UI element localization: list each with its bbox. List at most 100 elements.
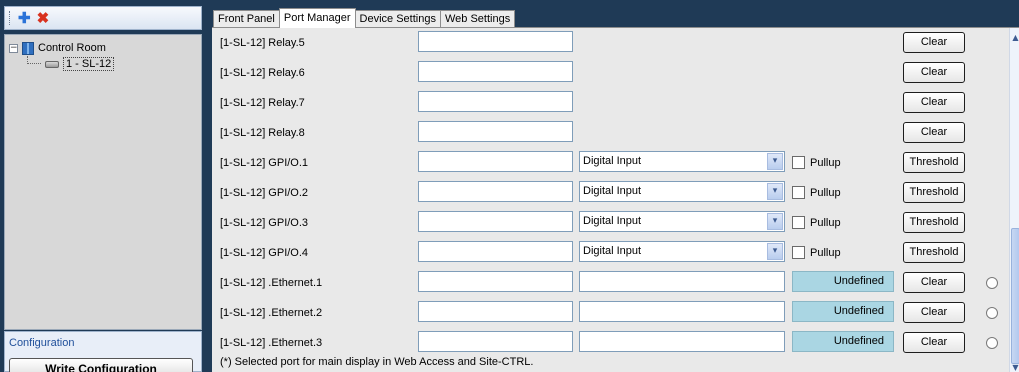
main-display-radio[interactable] bbox=[986, 277, 998, 289]
write-configuration-button[interactable]: Write Configuration bbox=[9, 358, 193, 372]
pullup-checkbox[interactable] bbox=[792, 156, 805, 169]
tab-device-settings[interactable]: Device Settings bbox=[354, 10, 441, 28]
device-icon bbox=[45, 60, 59, 68]
add-icon[interactable]: ✚ bbox=[18, 11, 31, 26]
select-value: Digital Input bbox=[583, 245, 642, 257]
port-alias-input[interactable] bbox=[418, 31, 573, 52]
pullup-checkbox[interactable] bbox=[792, 186, 805, 199]
select-value: Digital Input bbox=[583, 185, 642, 197]
threshold-button[interactable]: Threshold bbox=[903, 212, 965, 233]
chevron-down-icon[interactable]: ▾ bbox=[767, 243, 783, 260]
port-name: [1-SL-12] Relay.7 bbox=[220, 97, 305, 109]
port-name: [1-SL-12] Relay.5 bbox=[220, 37, 305, 49]
port-name: [1-SL-12] .Ethernet.1 bbox=[220, 277, 323, 289]
clear-button[interactable]: Clear bbox=[903, 62, 965, 83]
select-value: Digital Input bbox=[583, 215, 642, 227]
port-name: [1-SL-12] GPI/O.4 bbox=[220, 247, 309, 259]
port-row: [1-SL-12] Relay.5 Clear bbox=[212, 28, 1002, 58]
tab-web-settings[interactable]: Web Settings bbox=[439, 10, 516, 28]
port-row: [1-SL-12] GPI/O.2 Digital Input ▾ Pullup Thr… bbox=[212, 178, 1002, 208]
port-alias-input[interactable] bbox=[418, 271, 573, 292]
gpio-mode-select[interactable]: Digital Input ▾ bbox=[579, 211, 785, 232]
port-alias-input[interactable] bbox=[418, 181, 573, 202]
pullup-checkbox[interactable] bbox=[792, 216, 805, 229]
port-alias-input[interactable] bbox=[418, 151, 573, 172]
scroll-down-icon[interactable]: ▼ bbox=[1010, 363, 1019, 372]
clear-button[interactable]: Clear bbox=[903, 32, 965, 53]
clear-button[interactable]: Clear bbox=[903, 122, 965, 143]
pullup-checkbox[interactable] bbox=[792, 246, 805, 259]
main-display-radio[interactable] bbox=[986, 337, 998, 349]
port-row: [1-SL-12] GPI/O.3 Digital Input ▾ Pullup Thr… bbox=[212, 208, 1002, 238]
collapse-icon[interactable]: − bbox=[9, 43, 18, 53]
port-alias-input[interactable] bbox=[418, 241, 573, 262]
toolbar-grip-icon[interactable] bbox=[9, 11, 12, 25]
configuration-panel: Configuration Write Configuration bbox=[4, 331, 202, 372]
port-name: [1-SL-12] .Ethernet.2 bbox=[220, 307, 323, 319]
ethernet-address-input[interactable] bbox=[579, 271, 785, 292]
pullup-label: Pullup bbox=[810, 187, 841, 199]
delete-icon[interactable]: ✖ bbox=[37, 11, 50, 26]
tree-node-label: Control Room bbox=[38, 42, 106, 54]
tree-branch-line bbox=[27, 56, 41, 64]
status-badge: Undefined bbox=[792, 271, 894, 292]
port-alias-input[interactable] bbox=[418, 121, 573, 142]
tree-toolbar: ✚ ✖ bbox=[4, 6, 202, 30]
clear-button[interactable]: Clear bbox=[903, 332, 965, 353]
tab-port-manager[interactable]: Port Manager bbox=[278, 8, 356, 28]
port-name: [1-SL-12] GPI/O.3 bbox=[220, 217, 309, 229]
port-alias-input[interactable] bbox=[418, 301, 573, 322]
status-badge: Undefined bbox=[792, 301, 894, 322]
pullup-label: Pullup bbox=[810, 247, 841, 259]
chevron-down-icon[interactable]: ▾ bbox=[767, 213, 783, 230]
port-row: [1-SL-12] Relay.7 Clear bbox=[212, 88, 1002, 118]
clear-button[interactable]: Clear bbox=[903, 302, 965, 323]
chevron-down-icon[interactable]: ▾ bbox=[767, 153, 783, 170]
port-alias-input[interactable] bbox=[418, 61, 573, 82]
pullup-label: Pullup bbox=[810, 157, 841, 169]
port-alias-input[interactable] bbox=[418, 91, 573, 112]
tree-node-control-room[interactable]: − Control Room bbox=[9, 40, 197, 56]
gpio-mode-select[interactable]: Digital Input ▾ bbox=[579, 151, 785, 172]
scroll-thumb[interactable] bbox=[1011, 228, 1019, 364]
port-name: [1-SL-12] GPI/O.2 bbox=[220, 187, 309, 199]
main-display-radio[interactable] bbox=[986, 307, 998, 319]
clear-button[interactable]: Clear bbox=[903, 272, 965, 293]
configuration-label: Configuration bbox=[9, 337, 75, 349]
pullup-label: Pullup bbox=[810, 217, 841, 229]
building-icon bbox=[22, 41, 34, 55]
port-row: [1-SL-12] GPI/O.1 Digital Input ▾ Pullup Thr… bbox=[212, 148, 1002, 178]
port-row: [1-SL-12] GPI/O.4 Digital Input ▾ Pullup Thr… bbox=[212, 238, 1002, 268]
port-name: [1-SL-12] .Ethernet.3 bbox=[220, 337, 323, 349]
port-row: [1-SL-12] Relay.8 Clear bbox=[212, 118, 1002, 148]
port-alias-input[interactable] bbox=[418, 331, 573, 352]
gpio-mode-select[interactable]: Digital Input ▾ bbox=[579, 181, 785, 202]
footnote: (*) Selected port for main display in We… bbox=[220, 356, 534, 368]
device-tree: − Control Room 1 - SL-12 bbox=[4, 34, 202, 330]
left-pane: ✚ ✖ − Control Room 1 - SL-12 Configurati… bbox=[0, 0, 206, 372]
tree-node-label: 1 - SL-12 bbox=[63, 57, 115, 71]
port-name: [1-SL-12] GPI/O.1 bbox=[220, 157, 309, 169]
port-manager-panel: [1-SL-12] Relay.5 Clear [1-SL-12] Relay.6 C… bbox=[212, 27, 1019, 372]
port-name: [1-SL-12] Relay.8 bbox=[220, 127, 305, 139]
ethernet-address-input[interactable] bbox=[579, 301, 785, 322]
scroll-up-icon[interactable]: ▲ bbox=[1010, 32, 1019, 43]
tab-front-panel[interactable]: Front Panel bbox=[213, 10, 280, 28]
vertical-scrollbar[interactable]: ▲ ▼ bbox=[1009, 28, 1019, 372]
threshold-button[interactable]: Threshold bbox=[903, 152, 965, 173]
port-alias-input[interactable] bbox=[418, 211, 573, 232]
port-row: [1-SL-12] .Ethernet.1 Undefined Clear bbox=[212, 268, 1002, 298]
port-row: [1-SL-12] .Ethernet.2 Undefined Clear bbox=[212, 298, 1002, 328]
port-row: [1-SL-12] .Ethernet.3 Undefined Clear bbox=[212, 328, 1002, 358]
tab-bar: Front Panel Port Manager Device Settings… bbox=[213, 8, 516, 28]
clear-button[interactable]: Clear bbox=[903, 92, 965, 113]
status-badge: Undefined bbox=[792, 331, 894, 352]
threshold-button[interactable]: Threshold bbox=[903, 242, 965, 263]
port-row: [1-SL-12] Relay.6 Clear bbox=[212, 58, 1002, 88]
chevron-down-icon[interactable]: ▾ bbox=[767, 183, 783, 200]
port-name: [1-SL-12] Relay.6 bbox=[220, 67, 305, 79]
ethernet-address-input[interactable] bbox=[579, 331, 785, 352]
gpio-mode-select[interactable]: Digital Input ▾ bbox=[579, 241, 785, 262]
tree-node-device[interactable]: 1 - SL-12 bbox=[9, 56, 197, 72]
threshold-button[interactable]: Threshold bbox=[903, 182, 965, 203]
